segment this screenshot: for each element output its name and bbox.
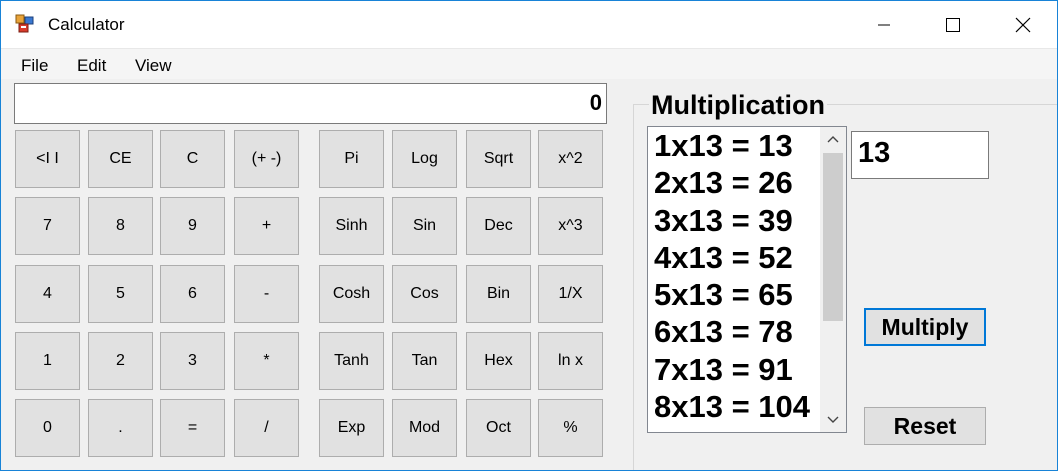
key-button[interactable]: x^2 — [538, 130, 603, 188]
minimize-button[interactable] — [848, 1, 919, 48]
calculator-display[interactable]: 0 — [14, 83, 607, 124]
key-button[interactable]: Exp — [319, 399, 384, 457]
key-button[interactable]: x^3 — [538, 197, 603, 255]
key-button[interactable]: CE — [88, 130, 153, 188]
key-button[interactable]: Pi — [319, 130, 384, 188]
key-button[interactable]: % — [538, 399, 603, 457]
multiplier-input[interactable]: 13 — [851, 131, 989, 179]
menu-file[interactable]: File — [21, 56, 48, 76]
list-item[interactable]: 1x13 = 13 — [654, 127, 822, 164]
key-button[interactable]: 7 — [15, 197, 80, 255]
window-title: Calculator — [48, 15, 125, 34]
list-item[interactable]: 4x13 = 52 — [654, 239, 822, 276]
list-item[interactable]: 2x13 = 26 — [654, 164, 822, 201]
menu-edit[interactable]: Edit — [77, 56, 106, 76]
key-button[interactable]: 8 — [88, 197, 153, 255]
key-button[interactable]: Tan — [392, 332, 457, 390]
key-button[interactable]: Cosh — [319, 265, 384, 323]
key-button[interactable]: 2 — [88, 332, 153, 390]
close-button[interactable] — [987, 1, 1057, 48]
key-button[interactable]: + — [234, 197, 299, 255]
listbox-scrollbar[interactable] — [820, 127, 846, 432]
multiplication-listbox[interactable]: 1x13 = 13 2x13 = 26 3x13 = 39 4x13 = 52 5x13… — [647, 126, 847, 433]
key-button[interactable]: 6 — [160, 265, 225, 323]
title-bar[interactable]: Calculator — [1, 1, 1057, 48]
scroll-down-button[interactable] — [820, 408, 846, 432]
key-button[interactable]: 1 — [15, 332, 80, 390]
key-button[interactable]: 9 — [160, 197, 225, 255]
chevron-up-icon — [827, 136, 839, 143]
maximize-button[interactable] — [917, 1, 988, 48]
key-button[interactable]: Tanh — [319, 332, 384, 390]
key-button[interactable]: 5 — [88, 265, 153, 323]
key-button[interactable]: 4 — [15, 265, 80, 323]
key-button[interactable]: - — [234, 265, 299, 323]
list-item[interactable]: 3x13 = 39 — [654, 202, 822, 239]
key-button[interactable]: / — [234, 399, 299, 457]
key-button[interactable]: Log — [392, 130, 457, 188]
key-button[interactable]: 1/X — [538, 265, 603, 323]
key-button[interactable]: Sqrt — [466, 130, 531, 188]
key-button[interactable]: <I I — [15, 130, 80, 188]
menu-bar: File Edit View — [1, 48, 1057, 79]
key-button[interactable]: 0 — [15, 399, 80, 457]
maximize-icon — [945, 17, 960, 32]
list-item[interactable]: 7x13 = 91 — [654, 351, 822, 388]
display-value: 0 — [589, 90, 602, 115]
scroll-up-button[interactable] — [820, 127, 846, 151]
key-button[interactable]: 3 — [160, 332, 225, 390]
list-item[interactable]: 5x13 = 65 — [654, 276, 822, 313]
reset-button[interactable]: Reset — [864, 407, 986, 445]
key-button[interactable]: Hex — [466, 332, 531, 390]
key-button[interactable]: Mod — [392, 399, 457, 457]
key-button[interactable]: C — [160, 130, 225, 188]
key-button[interactable]: (+ -) — [234, 130, 299, 188]
calculator-window: Calculator File Edit View 0 <I I CE C (+ -)… — [0, 0, 1058, 471]
key-button[interactable]: = — [160, 399, 225, 457]
key-button[interactable]: ln x — [538, 332, 603, 390]
multiply-button[interactable]: Multiply — [864, 308, 986, 346]
scroll-thumb[interactable] — [823, 153, 843, 321]
minimize-icon — [877, 24, 890, 25]
key-button[interactable]: . — [88, 399, 153, 457]
key-button[interactable]: Sinh — [319, 197, 384, 255]
key-button[interactable]: Cos — [392, 265, 457, 323]
chevron-down-icon — [827, 416, 839, 423]
key-button[interactable]: Bin — [466, 265, 531, 323]
list-item[interactable]: 6x13 = 78 — [654, 313, 822, 350]
key-button[interactable]: * — [234, 332, 299, 390]
multiplication-list: 1x13 = 13 2x13 = 26 3x13 = 39 4x13 = 52 5x13… — [654, 127, 822, 425]
key-button[interactable]: Dec — [466, 197, 531, 255]
close-icon — [1015, 17, 1030, 32]
list-item[interactable]: 8x13 = 104 — [654, 388, 822, 425]
key-button[interactable]: Sin — [392, 197, 457, 255]
key-button[interactable]: Oct — [466, 399, 531, 457]
multiplication-title: Multiplication — [649, 90, 827, 121]
app-icon — [15, 14, 34, 33]
menu-view[interactable]: View — [135, 56, 172, 76]
